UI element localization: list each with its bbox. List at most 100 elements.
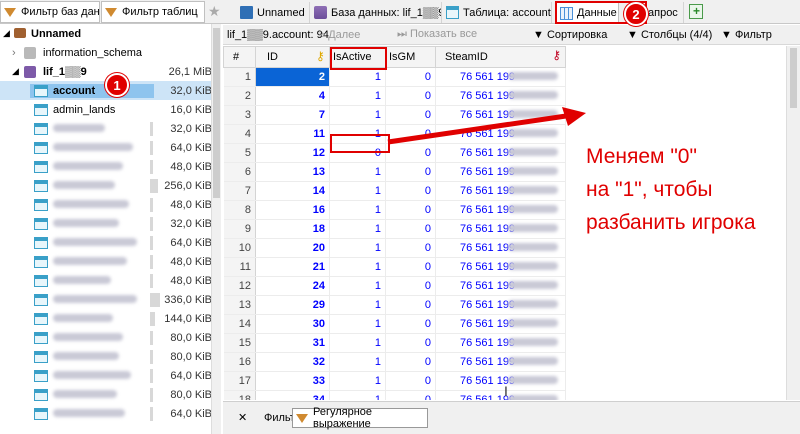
isgm-cell[interactable]: 0	[385, 371, 436, 391]
new-query-icon[interactable]: +	[689, 4, 703, 19]
isactive-cell[interactable]: 1	[329, 219, 386, 239]
db-filter-tab[interactable]: Фильтр баз данн	[0, 1, 100, 23]
filter-button[interactable]: ▼ Фильтр	[721, 29, 772, 41]
isgm-cell[interactable]: 0	[385, 219, 436, 239]
row-number-cell[interactable]: 6	[223, 162, 256, 182]
tree-item-table[interactable]: 32,0 KiB	[0, 119, 220, 138]
tree-item-table[interactable]: 64,0 KiB	[0, 138, 220, 157]
id-cell[interactable]: 20	[255, 238, 330, 258]
id-cell[interactable]: 7	[255, 105, 330, 125]
row-number-cell[interactable]: 17	[223, 371, 256, 391]
tab-unnamed[interactable]: Unnamed	[236, 2, 310, 23]
id-cell[interactable]: 29	[255, 295, 330, 315]
next-button[interactable]: » Далее	[319, 29, 360, 41]
id-cell[interactable]: 24	[255, 276, 330, 296]
table-row[interactable]: 13 29 1 0 76 561 199	[223, 295, 786, 315]
table-row[interactable]: 16 32 1 0 76 561 199	[223, 352, 786, 372]
id-cell[interactable]: 2	[255, 67, 330, 87]
table-row[interactable]: 1 2 1 0 76 561 199	[223, 67, 786, 87]
isactive-cell[interactable]: 1	[329, 390, 386, 400]
sort-button[interactable]: ▼ Сортировка	[533, 29, 607, 41]
row-number-cell[interactable]: 9	[223, 219, 256, 239]
tree-item-information-schema[interactable]: › information_schema	[0, 43, 220, 62]
row-number-cell[interactable]: 8	[223, 200, 256, 220]
scrollbar-thumb[interactable]	[790, 48, 797, 108]
isactive-cell[interactable]: 1	[329, 257, 386, 277]
row-number-cell[interactable]: 3	[223, 105, 256, 125]
tree-item-table[interactable]: 32,0 KiB	[0, 214, 220, 233]
row-number-cell[interactable]: 10	[223, 238, 256, 258]
tree-item-table[interactable]: 64,0 KiB	[0, 233, 220, 252]
isactive-cell[interactable]: 1	[329, 105, 386, 125]
isactive-cell[interactable]: 1	[329, 352, 386, 372]
table-row[interactable]: 15 31 1 0 76 561 199	[223, 333, 786, 353]
id-cell[interactable]: 33	[255, 371, 330, 391]
isgm-cell[interactable]: 0	[385, 143, 436, 163]
tree-item-table[interactable]: 48,0 KiB	[0, 252, 220, 271]
isgm-cell[interactable]: 0	[385, 295, 436, 315]
row-number-cell[interactable]: 4	[223, 124, 256, 144]
id-cell[interactable]: 14	[255, 181, 330, 201]
tree-item-table[interactable]: 64,0 KiB	[0, 366, 220, 385]
table-row[interactable]: 10 20 1 0 76 561 199	[223, 238, 786, 258]
tree-item-table[interactable]: 64,0 KiB	[0, 404, 220, 423]
row-number-cell[interactable]: 13	[223, 295, 256, 315]
isgm-cell[interactable]: 0	[385, 314, 436, 334]
isactive-cell[interactable]: 1	[329, 181, 386, 201]
id-cell[interactable]: 11	[255, 124, 330, 144]
tree-item-table[interactable]: 48,0 KiB	[0, 157, 220, 176]
row-number-cell[interactable]: 14	[223, 314, 256, 334]
row-number-cell[interactable]: 7	[223, 181, 256, 201]
isactive-cell[interactable]: 1	[329, 295, 386, 315]
id-cell[interactable]: 13	[255, 162, 330, 182]
tree-item-table[interactable]: 80,0 KiB	[0, 385, 220, 404]
scrollbar-thumb[interactable]	[213, 28, 220, 198]
row-number-cell[interactable]: 16	[223, 352, 256, 372]
isgm-cell[interactable]: 0	[385, 390, 436, 400]
table-row[interactable]: 11 21 1 0 76 561 199	[223, 257, 786, 277]
id-cell[interactable]: 18	[255, 219, 330, 239]
id-cell[interactable]: 31	[255, 333, 330, 353]
tree-item-table[interactable]: 336,0 KiB	[0, 290, 220, 309]
row-number-cell[interactable]: 15	[223, 333, 256, 353]
isactive-cell[interactable]: 1	[329, 200, 386, 220]
isgm-cell[interactable]: 0	[385, 257, 436, 277]
tree-item-table[interactable]: 48,0 KiB	[0, 271, 220, 290]
isgm-cell[interactable]: 0	[385, 352, 436, 372]
isgm-cell[interactable]: 0	[385, 86, 436, 106]
isactive-cell[interactable]: 1	[329, 86, 386, 106]
tree-item-table[interactable]: 144,0 KiB	[0, 309, 220, 328]
tab-table[interactable]: Таблица: account	[442, 2, 552, 23]
isgm-cell[interactable]: 0	[385, 162, 436, 182]
isactive-cell[interactable]: 1	[329, 162, 386, 182]
tree-item-table[interactable]: 80,0 KiB	[0, 328, 220, 347]
column-header-isgm[interactable]: IsGM	[385, 46, 436, 68]
isgm-cell[interactable]: 0	[385, 333, 436, 353]
tree-item-table[interactable]: 80,0 KiB	[0, 347, 220, 366]
tree-item-table[interactable]: 48,0 KiB	[0, 195, 220, 214]
isgm-cell[interactable]: 0	[385, 200, 436, 220]
table-filter-tab[interactable]: Фильтр таблиц	[101, 1, 205, 23]
id-cell[interactable]: 12	[255, 143, 330, 163]
isgm-cell[interactable]: 0	[385, 67, 436, 87]
isactive-cell[interactable]: 1	[329, 333, 386, 353]
isgm-cell[interactable]: 0	[385, 276, 436, 296]
tree-item-table[interactable]: 256,0 KiB	[0, 176, 220, 195]
isactive-cell[interactable]: 1	[329, 314, 386, 334]
tree-scrollbar[interactable]	[211, 24, 221, 434]
row-number-cell[interactable]: 1	[223, 67, 256, 87]
row-number-cell[interactable]: 2	[223, 86, 256, 106]
isactive-cell[interactable]: 1	[329, 371, 386, 391]
row-number-cell[interactable]: 11	[223, 257, 256, 277]
id-cell[interactable]: 32	[255, 352, 330, 372]
isgm-cell[interactable]: 0	[385, 181, 436, 201]
id-cell[interactable]: 4	[255, 86, 330, 106]
column-header-steamid[interactable]: SteamID ⚷	[435, 46, 566, 68]
star-icon[interactable]: ★	[208, 3, 224, 19]
isactive-cell[interactable]: 1	[329, 276, 386, 296]
row-number-cell[interactable]: 18	[223, 390, 256, 400]
table-row[interactable]: 2 4 1 0 76 561 199	[223, 86, 786, 106]
tree-server[interactable]: ◢ Unnamed	[0, 24, 220, 43]
isactive-cell[interactable]: 1	[329, 67, 386, 87]
table-row[interactable]: 14 30 1 0 76 561 199	[223, 314, 786, 334]
